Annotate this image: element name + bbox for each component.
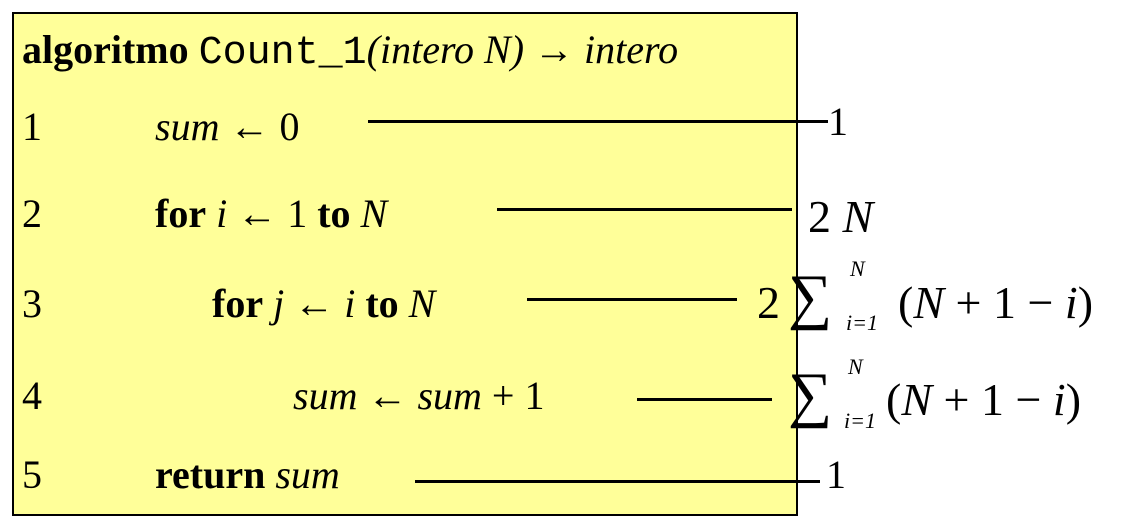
sum-upper-3: N: [850, 256, 865, 281]
line-number-1: 1: [22, 104, 42, 149]
code-token: sum: [155, 104, 220, 149]
code-token: to: [365, 281, 399, 326]
line-number-2: 2: [22, 191, 42, 236]
code-line-4: sum ← sum + 1: [293, 376, 544, 416]
code-token: for: [212, 281, 264, 326]
cost-line-1: 1: [828, 99, 848, 144]
sum-symbol-4: ∑: [788, 361, 833, 429]
code-token: to: [317, 191, 351, 236]
code-line-2: for i ← 1 to N: [155, 194, 387, 234]
code-line-5: return sum: [155, 455, 340, 495]
cost-line-3-coef: 2: [757, 277, 780, 328]
summand-4-plus: + 1 −: [943, 374, 1042, 425]
connector-line-4: [637, 398, 772, 401]
code-line-1: sum ← 0: [155, 107, 299, 147]
code-token: sum: [275, 452, 340, 497]
line-number-3: 3: [22, 281, 42, 326]
summand-3-i: i: [1064, 277, 1078, 328]
summand-4: (N + 1 − i): [886, 377, 1081, 423]
header-return-type: intero: [584, 27, 679, 72]
summand-3: (N + 1 − i): [898, 280, 1093, 326]
cost-line-5: 1: [826, 452, 846, 497]
code-token: N: [408, 281, 436, 326]
code-line-3: for j ← i to N: [212, 284, 435, 324]
code-token: + 1: [481, 373, 545, 418]
sum-lower-4: i=1: [844, 408, 876, 433]
algorithm-box: [12, 12, 798, 516]
line-number-4: 4: [22, 373, 42, 418]
code-token: j: [273, 281, 285, 326]
code-token: sum: [293, 373, 358, 418]
header-param: (intero N): [366, 27, 525, 72]
code-token: i: [344, 281, 356, 326]
line-number-5: 5: [22, 452, 42, 497]
summand-4-N: N: [901, 374, 933, 425]
code-token: for: [155, 191, 207, 236]
summand-4-i: i: [1052, 374, 1066, 425]
connector-line-3: [527, 298, 737, 301]
summand-4-open: (: [886, 374, 902, 425]
cost-line-2-coef: 2: [808, 191, 831, 242]
sum-upper-4: N: [848, 354, 863, 379]
code-token: ←: [357, 373, 418, 418]
summand-3-plus: + 1 −: [955, 277, 1054, 328]
connector-line-2: [497, 208, 792, 211]
code-token: return: [155, 452, 266, 497]
summand-3-open: (: [898, 277, 914, 328]
header-function-name: Count_1: [198, 31, 367, 76]
code-token: ← 0: [219, 104, 300, 149]
code-token: ← 1: [227, 191, 318, 236]
cost-line-2-var: N: [842, 191, 874, 242]
summand-3-N: N: [913, 277, 945, 328]
cost-line-2: 2 N: [808, 194, 873, 240]
code-token: sum: [417, 373, 482, 418]
code-token: ←: [284, 281, 345, 326]
code-token: i: [216, 191, 228, 236]
summand-4-close: ): [1065, 374, 1082, 425]
connector-line-5: [415, 480, 820, 483]
algorithm-header: algoritmo Count_1(intero N) → intero: [22, 30, 678, 74]
code-token: N: [360, 191, 388, 236]
header-keyword: algoritmo: [22, 27, 189, 72]
header-arrow: →: [534, 27, 575, 72]
sum-lower-3: i=1: [846, 310, 878, 335]
sum-symbol-3: ∑: [788, 263, 833, 331]
summand-3-close: ): [1077, 277, 1094, 328]
connector-line-1: [368, 120, 828, 123]
